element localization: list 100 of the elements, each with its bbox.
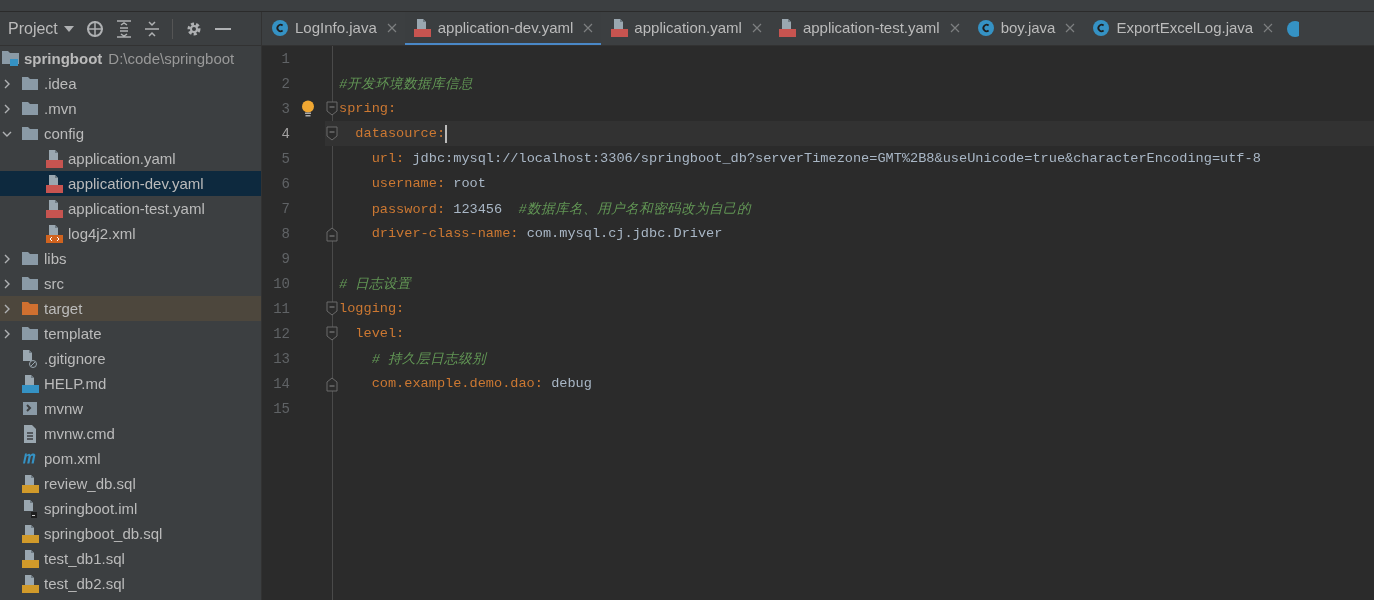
tree-row[interactable]: pom.xml — [0, 446, 261, 471]
class-icon — [977, 19, 994, 36]
line-number: 2 — [280, 75, 290, 92]
tree-row[interactable]: mvnw — [0, 396, 261, 421]
tree-item-label: libs — [44, 250, 67, 267]
terminal-file-icon — [23, 402, 37, 415]
tree-item-label: .gitignore — [44, 350, 106, 367]
code-line: level: — [354, 326, 405, 341]
editor-tab[interactable]: application.yaml — [601, 12, 770, 45]
line-number: 12 — [272, 325, 290, 342]
code-line: com.example.demo.dao: debug — [370, 376, 592, 391]
tree-row[interactable]: src — [0, 271, 261, 296]
line-number: 1 — [280, 50, 290, 67]
collapse-all-icon[interactable] — [143, 19, 160, 38]
code-line: username: root — [370, 176, 486, 191]
tree-item-label: config — [44, 125, 85, 142]
close-icon[interactable] — [1065, 22, 1076, 33]
module-folder-icon — [1, 51, 19, 66]
lightbulb-icon[interactable] — [301, 100, 314, 117]
line-number: 3 — [280, 100, 290, 117]
line-number: 7 — [280, 200, 290, 217]
tree-row[interactable]: .gitignore — [0, 346, 261, 371]
sql-file-icon — [21, 524, 39, 543]
tree-row[interactable]: HELP.md — [0, 371, 261, 396]
yaml-file-icon — [610, 18, 628, 37]
code-line: datasource: — [354, 126, 446, 141]
folder-icon — [22, 77, 38, 90]
code-line: logging: — [339, 301, 405, 316]
tree-item-label: test_db1.sql — [44, 550, 125, 567]
class-icon — [272, 19, 288, 36]
line-number: 11 — [272, 300, 290, 317]
tree-row[interactable]: application.yaml — [0, 146, 261, 171]
sql-file-icon — [21, 474, 39, 493]
code-line: password: 123456 #数据库名、用户名和密码改为自己的 — [370, 200, 751, 218]
tree-item-label: target — [44, 300, 83, 317]
tree-row[interactable]: application-test.yaml — [0, 196, 261, 221]
tree-item-label: application.yaml — [68, 150, 176, 167]
close-icon[interactable] — [386, 22, 397, 33]
xml-file-icon — [45, 224, 63, 243]
tree-row[interactable]: target — [0, 296, 261, 321]
tree-item-label: .mvn — [44, 100, 77, 117]
tree-row[interactable]: springboot_db.sql — [0, 521, 261, 546]
class-icon[interactable] — [1287, 20, 1300, 37]
tree-row[interactable]: config — [0, 121, 261, 146]
tree-item-label: test_db2.sql — [44, 575, 125, 592]
tree-item-label: template — [44, 325, 102, 342]
tree-item-label: application-dev.yaml — [68, 175, 204, 192]
class-icon — [1093, 19, 1110, 36]
tree-row[interactable]: test_db1.sql — [0, 546, 261, 571]
tree-item-label: log4j2.xml — [68, 225, 136, 242]
tree-row[interactable]: log4j2.xml — [0, 221, 261, 246]
editor-tab[interactable]: LogInfo.java — [262, 12, 405, 45]
tree-item-label: HELP.md — [44, 375, 107, 392]
yaml-file-icon — [779, 18, 797, 37]
line-number: 6 — [280, 175, 290, 192]
tree-item-label: mvnw — [44, 400, 84, 417]
editor-tab[interactable]: ExportExcelLog.java — [1083, 12, 1282, 45]
close-icon[interactable] — [1263, 22, 1274, 33]
locate-icon[interactable] — [85, 19, 104, 38]
tree-row[interactable]: template — [0, 321, 261, 346]
code-line: driver-class-name: com.mysql.cj.jdbc.Driver — [370, 226, 723, 241]
tree-row[interactable]: .mvn — [0, 96, 261, 121]
maven-icon — [23, 453, 37, 464]
tree-row[interactable]: .idea — [0, 71, 261, 96]
editor-tab[interactable]: application-test.yaml — [769, 12, 968, 45]
tree-row[interactable]: mvnw.cmd — [0, 421, 261, 446]
tree-item-label: mvnw.cmd — [44, 425, 115, 442]
folder-icon — [22, 327, 38, 340]
line-number: 10 — [272, 275, 290, 292]
caret-icon — [63, 25, 74, 32]
project-view-dropdown[interactable]: Project — [8, 19, 74, 38]
tree-row[interactable]: test_db2.sql — [0, 571, 261, 596]
yaml-file-icon — [45, 199, 63, 218]
text-file-icon — [24, 424, 36, 443]
close-icon[interactable] — [751, 22, 762, 33]
sql-file-icon — [21, 549, 39, 568]
tree-item-label: springboot.iml — [44, 500, 138, 517]
text-cursor — [445, 124, 448, 143]
tree-row[interactable]: libs — [0, 246, 261, 271]
tree-item-label: src — [44, 275, 64, 292]
close-icon[interactable] — [949, 22, 960, 33]
yaml-file-icon — [45, 174, 63, 193]
folder-icon — [22, 277, 38, 290]
tree-row[interactable]: review_db.sql — [0, 471, 261, 496]
expand-all-icon[interactable] — [115, 19, 132, 38]
tree-row[interactable]: springboot.iml — [0, 496, 261, 521]
editor-tab[interactable]: boy.java — [967, 12, 1084, 45]
ignored-file-icon — [23, 349, 37, 368]
code-line: url: jdbc:mysql://localhost:3306/springboot_db?serverTimezone=GMT%2B8&useUnicode=true&characterEncoding=utf-8 — [370, 151, 1261, 166]
yaml-file-icon — [45, 149, 63, 168]
folder-icon — [22, 127, 38, 140]
code-line: # 日志设置 — [339, 275, 412, 293]
tree-row[interactable]: springboot D:\code\springboot — [0, 46, 261, 71]
close-icon[interactable] — [583, 22, 594, 33]
markdown-file-icon — [21, 374, 39, 393]
sql-file-icon — [21, 574, 39, 593]
yaml-file-icon — [414, 18, 432, 37]
tree-item-label: springboot_db.sql — [44, 525, 163, 542]
folder-icon — [22, 302, 38, 315]
tree-row[interactable]: application-dev.yaml — [0, 171, 261, 196]
